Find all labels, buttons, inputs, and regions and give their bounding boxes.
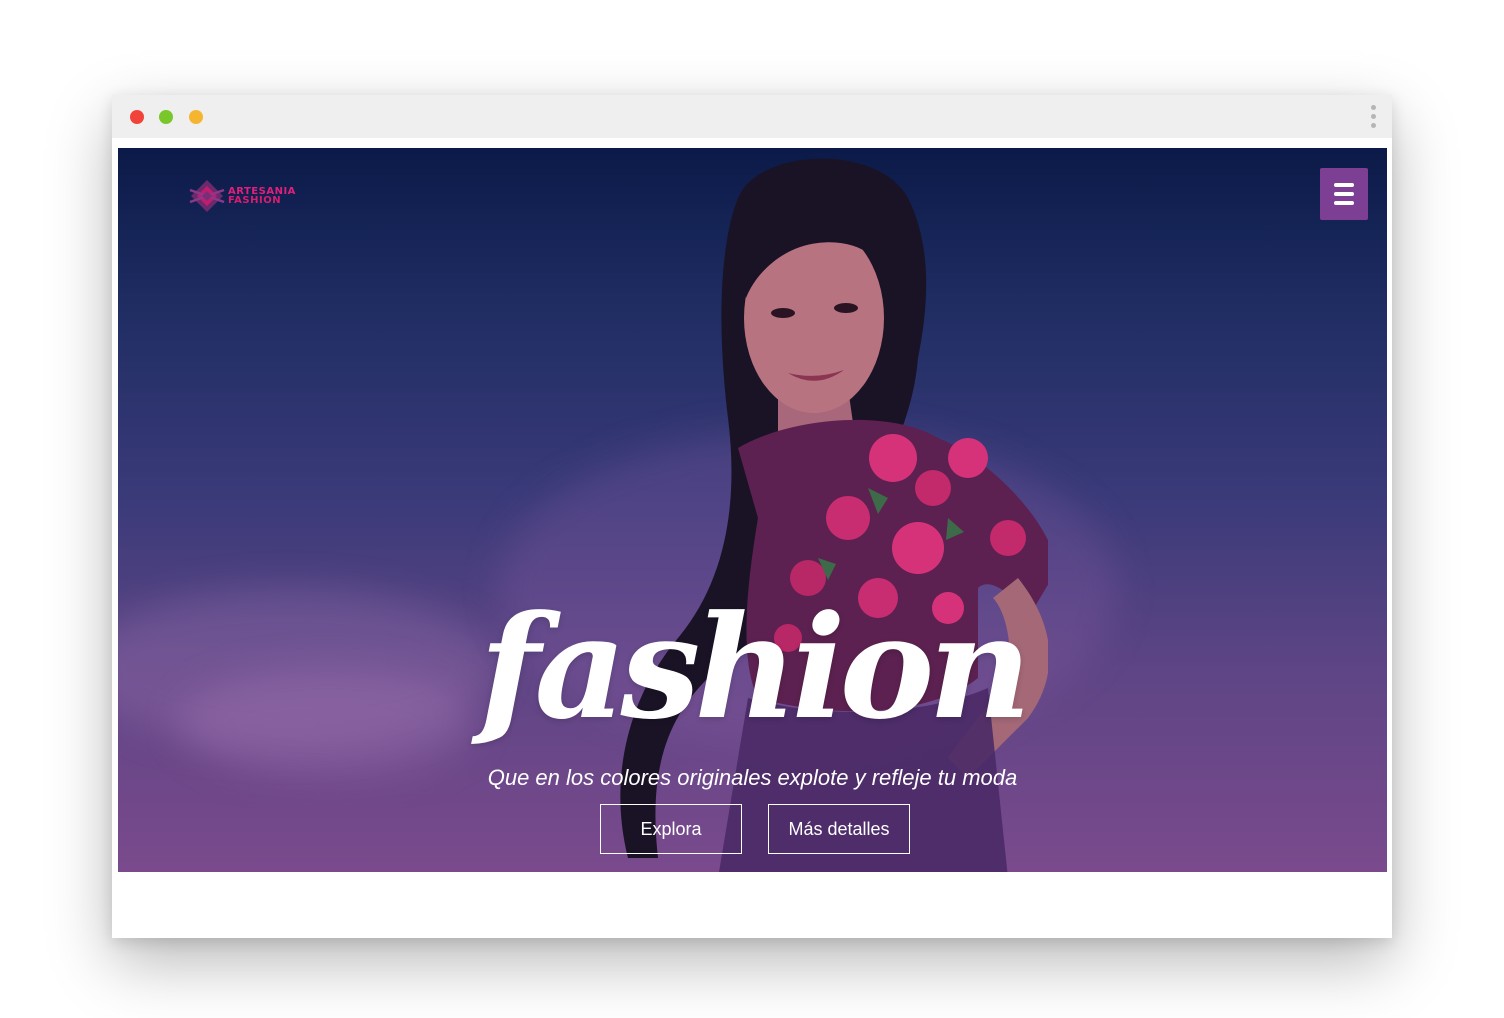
- maximize-window-button[interactable]: [189, 110, 203, 124]
- brand-name: ARTESANIA FASHION: [228, 187, 296, 206]
- brand-line-2: FASHION: [228, 195, 282, 206]
- browser-titlebar: [112, 95, 1392, 138]
- hamburger-menu-button[interactable]: [1320, 168, 1368, 220]
- diamond-logo-icon: [189, 180, 225, 212]
- browser-window: ARTESANIA FASHION fashion Que en los col…: [112, 95, 1392, 938]
- close-window-button[interactable]: [130, 110, 144, 124]
- brand-logo[interactable]: ARTESANIA FASHION: [188, 178, 296, 214]
- hero-section: ARTESANIA FASHION fashion Que en los col…: [118, 148, 1387, 872]
- minimize-window-button[interactable]: [159, 110, 173, 124]
- hero-title: fashion: [479, 585, 1031, 751]
- kebab-menu-icon[interactable]: [1368, 105, 1380, 129]
- more-details-button[interactable]: Más detalles: [768, 804, 910, 854]
- hero-tagline: Que en los colores originales explote y …: [487, 765, 1018, 790]
- explore-button[interactable]: Explora: [600, 804, 742, 854]
